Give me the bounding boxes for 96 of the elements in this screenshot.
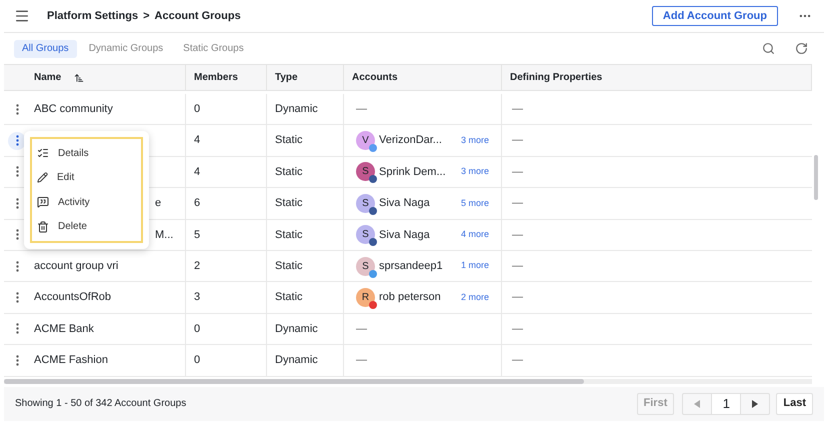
pencil-icon <box>37 172 48 184</box>
sort-icon[interactable] <box>74 72 84 82</box>
kebab-icon <box>16 354 18 366</box>
page-title: Account Groups <box>154 8 241 24</box>
breadcrumb-separator: > <box>143 8 150 24</box>
menu-item[interactable]: Activity <box>32 194 141 210</box>
tab[interactable]: Static Groups <box>175 40 252 58</box>
empty-value: — <box>512 102 523 117</box>
trash-icon <box>37 220 49 233</box>
empty-value: — <box>512 353 523 368</box>
group-name: ACME Bank <box>34 322 94 337</box>
more-accounts-link[interactable]: 2 more <box>460 290 489 304</box>
kebab-icon <box>16 104 18 115</box>
members-count: 0 <box>194 102 200 117</box>
group-type: Static <box>275 228 303 242</box>
group-name: AccountsOfRob <box>34 290 112 306</box>
group-name: e <box>155 196 162 212</box>
account-name: Sprink Dem... <box>379 164 447 180</box>
avatar: V <box>356 131 375 150</box>
more-accounts-link[interactable]: 5 more <box>460 196 489 210</box>
empty-value: — <box>512 290 523 306</box>
group-type: Static <box>275 196 303 212</box>
kebab-icon <box>16 229 18 240</box>
column-header[interactable]: Accounts <box>352 70 398 85</box>
members-count: 4 <box>194 164 200 180</box>
members-count: 3 <box>194 290 200 306</box>
empty-value: — <box>512 228 523 242</box>
empty-value: — <box>356 102 367 117</box>
group-type: Dynamic <box>275 322 318 337</box>
menu-item[interactable]: Details <box>32 146 141 161</box>
avatar: S <box>356 194 375 213</box>
empty-value: — <box>512 164 523 180</box>
members-count: 5 <box>194 228 200 242</box>
menu-item[interactable]: Edit <box>32 170 141 186</box>
search-icon[interactable] <box>762 42 775 55</box>
avatar: S <box>356 256 375 276</box>
left-triangle-icon <box>694 400 700 408</box>
row-actions-button[interactable] <box>8 132 26 150</box>
members-count: 4 <box>194 133 200 148</box>
kebab-icon <box>16 260 18 272</box>
tab[interactable]: All Groups <box>14 40 77 58</box>
menu-item[interactable]: Delete <box>32 219 141 234</box>
column-header[interactable]: Defining Properties <box>510 70 602 85</box>
column-header[interactable]: Name <box>34 70 62 85</box>
empty-value: — <box>512 196 523 212</box>
members-count: 0 <box>194 322 200 337</box>
results-summary: Showing 1 - 50 of 342 Account Groups <box>15 397 186 412</box>
group-type: Dynamic <box>275 353 318 368</box>
kebab-icon <box>16 198 18 209</box>
avatar: S <box>356 225 375 244</box>
empty-value: — <box>512 133 523 148</box>
members-count: 0 <box>194 353 200 368</box>
kebab-icon <box>16 135 18 146</box>
account-name: sprsandeep1 <box>379 258 444 274</box>
account-name: rob peterson <box>379 290 442 306</box>
kebab-icon <box>16 166 18 178</box>
members-count: 6 <box>194 196 200 212</box>
group-name: ABC community <box>34 102 113 117</box>
vertical-scrollbar[interactable] <box>814 155 818 200</box>
empty-value: — <box>356 322 367 337</box>
group-type: Static <box>275 164 303 180</box>
more-accounts-link[interactable]: 3 more <box>460 165 489 179</box>
column-header[interactable]: Type <box>275 70 298 85</box>
group-type: Static <box>275 290 303 306</box>
members-count: 2 <box>194 258 200 274</box>
current-page: 1 <box>711 394 742 414</box>
column-header[interactable]: Members <box>194 70 238 85</box>
tab[interactable]: Dynamic Groups <box>80 40 172 58</box>
menu-icon[interactable] <box>14 8 30 24</box>
more-accounts-link[interactable]: 3 more <box>460 134 489 148</box>
add-account-group-button[interactable]: Add Account Group <box>652 6 778 26</box>
group-type: Dynamic <box>275 102 318 117</box>
group-type: Static <box>275 133 303 148</box>
right-triangle-icon <box>752 400 758 408</box>
account-name: Siva Naga <box>379 228 431 242</box>
breadcrumb-link[interactable]: Platform Settings <box>47 8 138 24</box>
kebab-icon <box>16 292 18 304</box>
last-page-button[interactable]: Last <box>776 392 813 415</box>
horizontal-scrollbar[interactable] <box>4 378 584 384</box>
empty-value: — <box>356 353 367 368</box>
refresh-icon[interactable] <box>795 42 808 55</box>
group-name: account group vri <box>34 258 118 274</box>
account-name: Siva Naga <box>379 196 431 212</box>
more-accounts-link[interactable]: 1 more <box>460 259 489 273</box>
avatar: R <box>356 288 375 308</box>
avatar: S <box>356 162 375 182</box>
group-name: ACME Fashion <box>34 353 108 368</box>
group-type: Static <box>275 258 303 274</box>
account-name: VerizonDar... <box>379 133 443 148</box>
speech-bubble-icon <box>37 196 49 208</box>
group-name: M... <box>155 228 174 242</box>
checklist-icon <box>37 147 49 160</box>
empty-value: — <box>512 258 523 274</box>
more-accounts-link[interactable]: 4 more <box>460 228 489 242</box>
kebab-icon <box>16 323 18 334</box>
empty-value: — <box>512 322 523 337</box>
